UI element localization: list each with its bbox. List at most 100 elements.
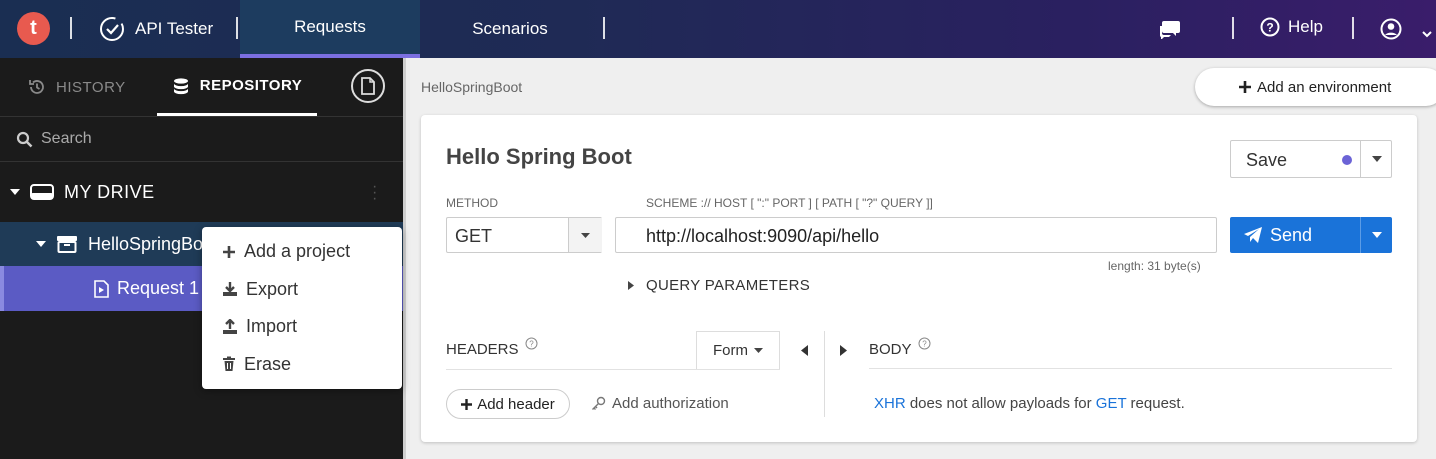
file-icon xyxy=(361,77,375,95)
menu-item-label: Import xyxy=(246,316,298,337)
headers-underline xyxy=(446,369,780,370)
project-label: HelloSpringBo xyxy=(88,233,204,254)
help-circle-icon[interactable]: ? xyxy=(918,337,931,350)
add-header-button[interactable]: Add header xyxy=(446,389,570,419)
unsaved-indicator xyxy=(1342,155,1352,165)
menu-item-add-project[interactable]: Add a project xyxy=(202,233,402,271)
context-menu: Add a project Export Import Erase xyxy=(202,227,402,389)
menu-item-label: Export xyxy=(246,278,299,299)
tab-scenarios[interactable]: Scenarios xyxy=(420,0,600,58)
more-vertical-icon[interactable]: · · · xyxy=(372,179,378,207)
method-label: METHOD xyxy=(446,196,498,210)
svg-text:?: ? xyxy=(529,340,534,349)
save-options-button[interactable] xyxy=(1360,141,1392,177)
my-drive-label: MY DRIVE xyxy=(64,181,155,202)
add-authorization-link[interactable]: Add authorization xyxy=(591,395,729,412)
collapse-right-icon[interactable] xyxy=(840,343,847,361)
caret-down-icon xyxy=(1371,156,1382,162)
separator xyxy=(70,17,72,39)
sidebar-divider[interactable] xyxy=(403,58,406,459)
add-environment-label: Add an environment xyxy=(1257,78,1392,96)
menu-item-label: Add a project xyxy=(244,241,351,262)
xhr-link[interactable]: XHR xyxy=(874,395,906,412)
drive-icon xyxy=(30,184,54,200)
add-environment-button[interactable]: Add an environment xyxy=(1195,68,1436,106)
body-message: XHR does not allow payloads for GET requ… xyxy=(874,395,1185,412)
add-authorization-label: Add authorization xyxy=(612,395,729,412)
form-mode-dropdown[interactable]: Form xyxy=(696,331,780,369)
body-section-label: BODY ? xyxy=(869,337,931,358)
method-select[interactable]: GET xyxy=(446,217,602,253)
export-icon xyxy=(223,282,237,297)
app-logo[interactable]: t xyxy=(17,12,50,45)
query-parameters-label: QUERY PARAMETERS xyxy=(646,277,811,294)
menu-item-label: Erase xyxy=(244,353,292,374)
collapse-left-icon[interactable] xyxy=(801,343,808,361)
tab-history[interactable]: HISTORY xyxy=(28,58,126,116)
body-underline xyxy=(869,368,1392,369)
key-icon xyxy=(592,396,606,410)
plus-icon xyxy=(223,245,235,258)
url-input[interactable]: http://localhost:9090/api/hello xyxy=(615,217,1217,253)
search-icon xyxy=(16,131,33,147)
separator xyxy=(1352,17,1354,39)
svg-text:?: ? xyxy=(1266,21,1273,35)
get-link[interactable]: GET xyxy=(1096,395,1127,412)
menu-item-erase[interactable]: Erase xyxy=(202,346,402,384)
new-file-button[interactable] xyxy=(351,69,385,103)
method-dropdown-button[interactable] xyxy=(568,218,602,252)
user-icon[interactable] xyxy=(1380,18,1402,45)
url-length: length: 31 byte(s) xyxy=(1108,259,1201,273)
top-bar: t API Tester Requests Scenarios ? Help xyxy=(0,0,1436,58)
history-icon xyxy=(29,80,44,94)
caret-down-icon xyxy=(1371,232,1382,238)
caret-right-icon xyxy=(628,281,634,290)
save-button[interactable]: Save xyxy=(1246,150,1287,171)
separator xyxy=(603,17,605,39)
send-button[interactable]: Send xyxy=(1230,217,1360,253)
chevron-down-icon[interactable] xyxy=(1422,25,1432,43)
menu-item-export[interactable]: Export xyxy=(202,271,402,309)
headers-section-label: HEADERS ? xyxy=(446,337,538,358)
archive-icon xyxy=(57,236,77,253)
send-label: Send xyxy=(1270,224,1313,245)
check-circle-icon xyxy=(100,17,124,41)
api-tester-label: API Tester xyxy=(135,19,214,38)
caret-down-icon xyxy=(10,189,20,195)
caret-down-icon xyxy=(36,241,46,247)
database-icon xyxy=(173,77,188,94)
sidebar-search[interactable]: Search xyxy=(0,116,403,162)
plus-icon xyxy=(1239,81,1251,93)
separator xyxy=(236,17,238,39)
request-title[interactable]: Hello Spring Boot xyxy=(446,144,632,170)
my-drive-row[interactable]: MY DRIVE · · · xyxy=(0,162,403,222)
query-parameters-toggle[interactable]: QUERY PARAMETERS xyxy=(628,277,810,294)
paper-plane-icon xyxy=(1244,227,1262,243)
chat-icon[interactable] xyxy=(1158,19,1182,44)
body-message-text: does not allow payloads for xyxy=(905,395,1096,412)
tab-repository[interactable]: REPOSITORY xyxy=(157,58,317,116)
send-button-group: Send xyxy=(1230,217,1392,253)
body-message-end: request. xyxy=(1126,395,1185,412)
body-label: BODY xyxy=(869,341,912,358)
search-input[interactable]: Search xyxy=(41,130,92,148)
tab-repository-label: REPOSITORY xyxy=(199,77,303,94)
url-label: SCHEME :// HOST [ ":" PORT ] [ PATH [ "?… xyxy=(646,196,933,210)
trash-icon xyxy=(223,356,235,372)
breadcrumb[interactable]: HelloSpringBoot xyxy=(421,79,522,95)
menu-item-import[interactable]: Import xyxy=(202,308,402,346)
tab-requests[interactable]: Requests xyxy=(240,0,420,58)
import-icon xyxy=(223,318,237,334)
help-label: Help xyxy=(1288,17,1323,36)
api-tester-link[interactable]: API Tester xyxy=(99,16,213,42)
send-options-button[interactable] xyxy=(1360,217,1392,253)
section-divider xyxy=(824,331,825,417)
separator xyxy=(1232,17,1234,39)
request-file-icon xyxy=(94,279,109,298)
caret-down-icon xyxy=(754,348,763,353)
request-card: Hello Spring Boot Save METHOD SCHEME ://… xyxy=(421,115,1417,442)
help-button[interactable]: ? Help xyxy=(1260,17,1323,37)
help-icon: ? xyxy=(1260,17,1280,37)
tab-history-label: HISTORY xyxy=(56,78,126,96)
help-circle-icon[interactable]: ? xyxy=(525,337,538,350)
